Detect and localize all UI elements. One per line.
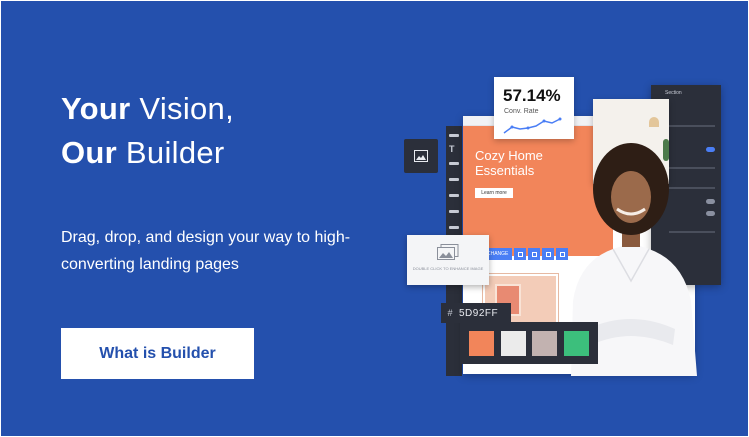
conversion-rate-value: 57.14%	[503, 86, 561, 105]
what-is-builder-button[interactable]: What is Builder	[61, 328, 254, 379]
toolbar-embed-icon[interactable]	[449, 226, 459, 229]
image-drop-card[interactable]: DOUBLE CLICK TO ENHANCE IMAGE	[407, 235, 489, 285]
subheading: Drag, drop, and design your way to high-…	[61, 229, 351, 273]
swatch-taupe[interactable]	[532, 330, 558, 356]
headline: Your Vision, Our Builder	[61, 87, 381, 175]
toolbar-section-icon[interactable]	[449, 134, 459, 137]
hash-label: #	[447, 308, 453, 318]
headline-bold-2: Our	[61, 135, 118, 170]
settings-row	[669, 125, 715, 127]
swatch-green[interactable]	[563, 330, 589, 356]
pen-icon[interactable]	[528, 248, 541, 260]
swatch-light-gray[interactable]	[500, 330, 526, 356]
headline-line-1: Your Vision,	[61, 87, 381, 131]
toolbar-sort-icon[interactable]	[449, 210, 459, 213]
hex-color-input[interactable]: # 5D92FF	[441, 303, 511, 323]
headline-line-2: Our Builder	[61, 131, 381, 175]
swatch-orange[interactable]	[469, 330, 495, 356]
toolbar-list-icon[interactable]	[449, 162, 459, 165]
hex-value: 5D92FF	[459, 307, 499, 319]
toolbar-image-icon[interactable]	[449, 194, 459, 197]
headline-rest-1: Vision,	[130, 91, 235, 126]
image-icon	[437, 244, 459, 260]
color-swatches	[460, 322, 598, 364]
drop-hint: DOUBLE CLICK TO ENHANCE IMAGE	[412, 266, 484, 271]
conversion-stat-card: 57.14% Conv. Rate	[494, 77, 574, 139]
lamp	[649, 117, 659, 127]
hero-banner: Your Vision, Our Builder Drag, drop, and…	[1, 1, 748, 436]
edit-icon[interactable]	[514, 248, 527, 260]
builder-collage: T Cozy Home Essentials Learn more CHANGE	[401, 71, 731, 381]
headline-bold-1: Your	[61, 91, 131, 126]
hero-learn-button[interactable]: Learn more	[475, 188, 513, 198]
headline-rest-2: Builder	[117, 135, 225, 170]
image-tool-button[interactable]	[404, 139, 438, 173]
image-icon	[414, 150, 428, 162]
toolbar-form-icon[interactable]	[449, 178, 459, 181]
trend-line-icon	[503, 117, 562, 134]
toolbar-text-icon[interactable]: T	[449, 144, 455, 154]
conversion-rate-label: Conv. Rate	[504, 108, 539, 115]
